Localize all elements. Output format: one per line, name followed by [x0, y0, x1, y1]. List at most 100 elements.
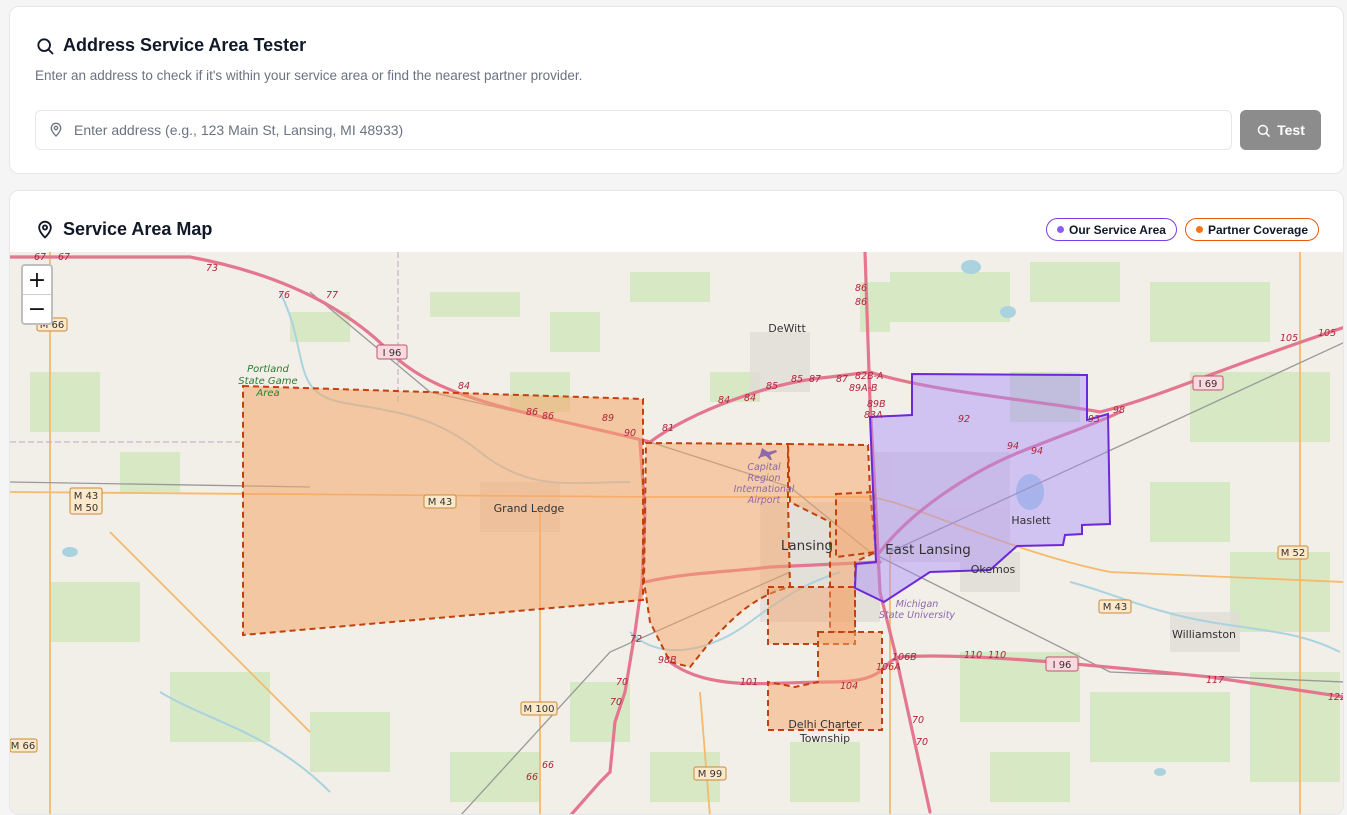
svg-text:M 43: M 43: [428, 497, 453, 508]
shield-m43-b: M 43: [423, 494, 457, 509]
address-tester-card: Address Service Area Tester Enter an add…: [9, 6, 1344, 174]
shield-m52: M 52: [1277, 545, 1309, 560]
svg-text:81: 81: [662, 423, 674, 434]
tester-title: Address Service Area Tester: [35, 35, 306, 56]
label-capital: Capital: [747, 462, 781, 473]
svg-text:M 50: M 50: [74, 503, 99, 514]
svg-text:84: 84: [458, 381, 470, 392]
label-region: Region: [748, 473, 781, 484]
svg-text:93: 93: [1088, 414, 1100, 425]
label-township: Township: [799, 732, 850, 745]
svg-text:73: 73: [206, 263, 218, 274]
svg-text:86: 86: [855, 283, 867, 294]
map-title: Service Area Map: [35, 219, 212, 240]
svg-text:92: 92: [958, 414, 970, 425]
svg-text:I 69: I 69: [1199, 379, 1218, 390]
tester-title-text: Address Service Area Tester: [63, 35, 307, 55]
svg-text:101: 101: [740, 677, 758, 688]
svg-text:M 100: M 100: [524, 704, 555, 715]
map-svg[interactable]: I 96 I 69 I 96 M 66 M 66 M 43M 50 M 43 M…: [10, 252, 1344, 815]
svg-text:94: 94: [1007, 441, 1019, 452]
label-east-lansing: East Lansing: [885, 542, 971, 558]
search-icon: [1257, 124, 1270, 137]
label-dewitt: DeWitt: [768, 322, 806, 335]
legend-partner-coverage: Partner Coverage: [1184, 218, 1319, 241]
shield-i96-west: I 96: [376, 344, 408, 360]
svg-text:70: 70: [916, 737, 928, 748]
legend-our-service-area: Our Service Area: [1046, 218, 1177, 241]
svg-text:85: 85: [791, 374, 803, 385]
svg-text:70: 70: [912, 715, 924, 726]
tester-subtitle: Enter an address to check if it's within…: [35, 68, 583, 83]
search-icon: [37, 37, 54, 54]
shield-m66-b: M 66: [10, 738, 38, 753]
svg-text:85: 85: [766, 381, 778, 392]
svg-text:117: 117: [1206, 675, 1224, 686]
shield-m43-m50: M 43M 50: [69, 487, 103, 515]
zoom-in-button[interactable]: +: [23, 266, 51, 294]
svg-text:106A: 106A: [876, 662, 901, 673]
svg-text:94: 94: [1031, 446, 1043, 457]
label-haslett: Haslett: [1011, 514, 1051, 527]
svg-text:105: 105: [1280, 333, 1298, 344]
svg-text:89: 89: [602, 413, 614, 424]
svg-text:66: 66: [526, 772, 538, 783]
svg-text:110: 110: [988, 650, 1006, 661]
map-pin-icon: [50, 122, 62, 137]
svg-text:98B: 98B: [658, 655, 677, 666]
svg-text:M 52: M 52: [1281, 548, 1306, 559]
svg-text:87: 87: [809, 374, 821, 385]
svg-text:M 99: M 99: [698, 769, 723, 780]
svg-text:M 66: M 66: [11, 741, 36, 752]
label-msu: State University: [879, 610, 955, 621]
label-state-game: State Game: [238, 376, 297, 387]
svg-text:70: 70: [616, 677, 628, 688]
svg-text:82B-A: 82B-A: [855, 371, 883, 382]
svg-text:89B: 89B: [867, 399, 886, 410]
svg-text:76: 76: [278, 290, 290, 301]
svg-text:70: 70: [610, 697, 622, 708]
legend-dot-ours: [1057, 226, 1064, 233]
svg-text:I 96: I 96: [1053, 660, 1072, 671]
zoom-controls: + −: [21, 264, 53, 325]
label-delhi: Delhi Charter: [788, 718, 862, 731]
shield-m43-c: M 43: [1098, 599, 1132, 614]
svg-text:84: 84: [718, 395, 730, 406]
map-legend: Our Service Area Partner Coverage: [1046, 218, 1319, 241]
address-input-wrap[interactable]: [35, 110, 1232, 150]
label-portland: Portland: [247, 364, 289, 375]
test-button-label: Test: [1277, 122, 1305, 138]
shield-i96-east: I 96: [1045, 656, 1079, 672]
map-title-text: Service Area Map: [63, 219, 213, 239]
map-pin-icon: [38, 220, 52, 238]
svg-text:M 43: M 43: [1103, 602, 1128, 613]
svg-text:66: 66: [542, 760, 554, 771]
svg-text:89A-B: 89A-B: [849, 383, 878, 394]
shield-i69: I 69: [1192, 375, 1224, 391]
label-michigan: Michigan: [896, 599, 939, 610]
map-canvas[interactable]: I 96 I 69 I 96 M 66 M 66 M 43 M 50 M 43 M…: [10, 252, 1344, 815]
svg-text:84: 84: [744, 393, 756, 404]
legend-ours-label: Our Service Area: [1069, 222, 1166, 237]
svg-text:72: 72: [630, 634, 642, 645]
svg-text:M 43: M 43: [74, 491, 99, 502]
address-input[interactable]: [74, 122, 1204, 138]
svg-text:98: 98: [1113, 405, 1125, 416]
label-grand-ledge: Grand Ledge: [494, 502, 565, 515]
svg-text:86: 86: [542, 411, 554, 422]
service-area-map-card: Service Area Map Our Service Area Partne…: [9, 190, 1344, 815]
shield-m99: M 99: [693, 766, 727, 781]
label-airport: Airport: [747, 495, 782, 506]
partner-area-downtown[interactable]: [835, 490, 878, 559]
zoom-out-button[interactable]: −: [23, 294, 51, 323]
label-williamston: Williamston: [1172, 628, 1236, 641]
legend-partner-label: Partner Coverage: [1207, 222, 1308, 237]
test-button[interactable]: Test: [1240, 110, 1321, 150]
svg-text:104: 104: [840, 681, 858, 692]
partner-area-grand-ledge[interactable]: [242, 384, 644, 637]
svg-text:83A: 83A: [864, 410, 883, 421]
svg-text:90: 90: [624, 428, 636, 439]
svg-text:110: 110: [964, 650, 982, 661]
svg-text:86: 86: [855, 297, 867, 308]
label-lansing: Lansing: [781, 538, 833, 554]
